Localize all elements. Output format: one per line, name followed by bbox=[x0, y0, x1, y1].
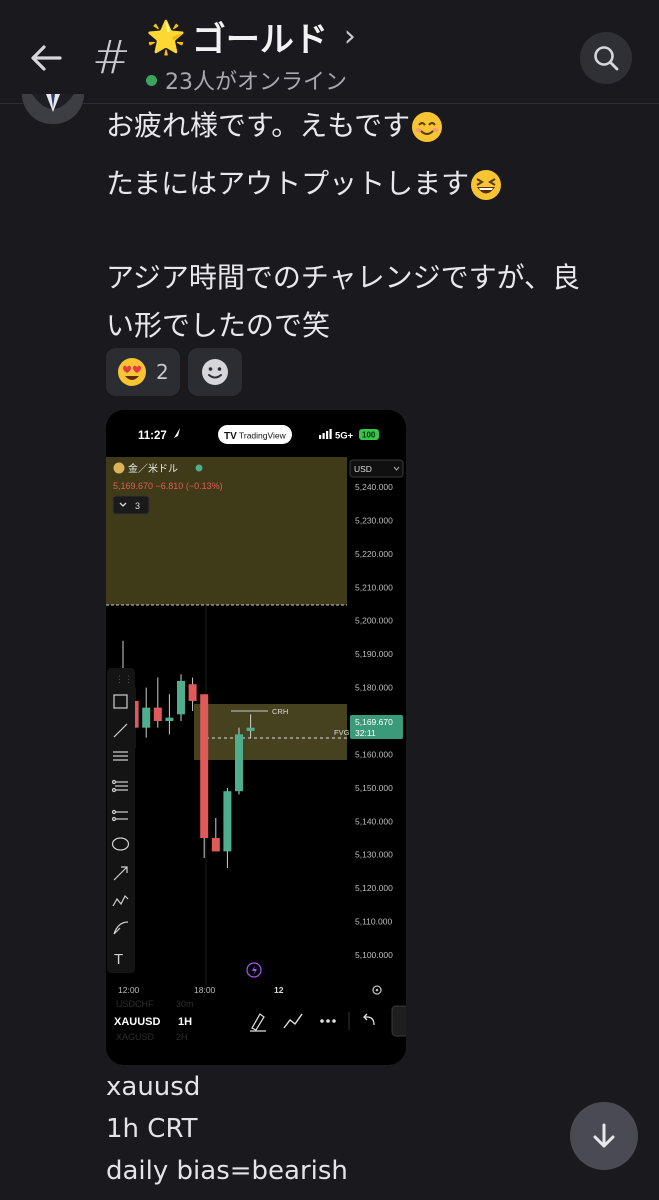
premium-zone bbox=[106, 457, 347, 605]
current-price-value: 5,169.670 bbox=[355, 717, 393, 727]
layout-toggle[interactable] bbox=[391, 1005, 406, 1037]
x-tick-label: 12:00 bbox=[118, 985, 140, 995]
heart-eyes-emoji-icon bbox=[118, 358, 146, 386]
channel-header: # 🌟 ゴールド › 23人がオンライン bbox=[0, 0, 659, 104]
online-count: 23人がオンライン bbox=[165, 70, 347, 95]
y-tick-label: 5,180.000 bbox=[355, 683, 393, 693]
candle-body bbox=[223, 791, 232, 852]
y-tick-label: 5,240.000 bbox=[355, 482, 393, 492]
candle-body bbox=[211, 838, 220, 852]
battery-level: 100 bbox=[362, 431, 376, 440]
symbol-quote: 5,169.670 −6.810 (−0.13%) bbox=[113, 481, 223, 491]
currency-value: USD bbox=[354, 464, 372, 474]
fvg-zone bbox=[194, 704, 347, 760]
x-tick-label: 12 bbox=[274, 985, 284, 995]
attached-chart-screenshot[interactable]: 11:27 TV TradingView 5G+ 100 金／米ドル 5,169… bbox=[106, 410, 406, 1065]
signal-bars-icon bbox=[319, 429, 332, 439]
message-line: お疲れ様です。えもです bbox=[106, 104, 444, 144]
ticker-ghost-above: USDCHF bbox=[116, 999, 154, 1009]
search-icon bbox=[594, 46, 619, 71]
y-tick-label: 5,100.000 bbox=[355, 950, 393, 960]
glowing-star-icon: 🌟 bbox=[146, 17, 186, 56]
y-tick-label: 5,230.000 bbox=[355, 515, 393, 525]
indicators-icon[interactable] bbox=[283, 1013, 303, 1029]
smiling-face-emoji-icon bbox=[412, 112, 443, 142]
chart-settings-gear-icon[interactable] bbox=[372, 985, 382, 995]
channel-hash-icon: # bbox=[92, 30, 131, 84]
interval-ghost-below: 2H bbox=[176, 1032, 188, 1042]
reaction-heart-eyes[interactable]: 2 bbox=[106, 348, 180, 396]
caption-line: 1h CRT bbox=[106, 1114, 198, 1144]
y-tick-label: 5,200.000 bbox=[355, 616, 393, 626]
undo-icon[interactable] bbox=[363, 1013, 375, 1026]
caption-line: daily bias=bearish bbox=[106, 1156, 348, 1186]
text-tool-icon[interactable]: T bbox=[114, 951, 123, 968]
pen-draw-icon[interactable] bbox=[250, 1013, 266, 1032]
toolbar-grip-icon[interactable]: ⋮⋮ bbox=[115, 674, 133, 684]
symbol-name: 金／米ドル bbox=[128, 462, 178, 475]
market-open-dot-icon bbox=[195, 464, 203, 472]
more-options-icon[interactable] bbox=[320, 1019, 336, 1023]
y-tick-label: 5,190.000 bbox=[355, 649, 393, 659]
candle-body bbox=[188, 684, 197, 701]
reaction-count: 2 bbox=[156, 360, 169, 384]
candle-body bbox=[200, 694, 209, 838]
y-tick-label: 5,120.000 bbox=[355, 883, 393, 893]
candle-body bbox=[235, 734, 243, 792]
ticker-ghost-below: XAGUSD bbox=[116, 1032, 155, 1042]
candle-body bbox=[165, 717, 174, 721]
caption-line: xauusd bbox=[106, 1072, 201, 1102]
y-tick-label: 5,160.000 bbox=[355, 749, 393, 759]
phone-time: 11:27 bbox=[138, 430, 167, 442]
candle-body bbox=[142, 707, 151, 728]
arrow-down-icon bbox=[593, 1123, 615, 1148]
candle-countdown: 32:11 bbox=[355, 728, 376, 738]
search-button[interactable] bbox=[580, 32, 632, 84]
x-tick-label: 18:00 bbox=[194, 985, 216, 995]
add-reaction-button[interactable] bbox=[188, 348, 242, 396]
y-tick-label: 5,210.000 bbox=[355, 582, 393, 592]
y-tick-label: 5,130.000 bbox=[355, 850, 393, 860]
location-arrow-icon bbox=[174, 428, 180, 438]
online-status: 23人がオンライン bbox=[146, 64, 347, 96]
message-line: たまにはアウトプットします bbox=[106, 162, 503, 202]
chevron-right-icon: › bbox=[343, 19, 356, 54]
network-type: 5G+ bbox=[335, 431, 354, 442]
grinning-squinting-face-emoji-icon bbox=[471, 170, 502, 200]
indicator-count: 3 bbox=[135, 501, 140, 511]
candle-body bbox=[177, 680, 185, 715]
interval-select[interactable]: 1H bbox=[178, 1016, 192, 1028]
interval-ghost-above: 30m bbox=[176, 999, 194, 1009]
tradingview-label: TradingView bbox=[239, 431, 287, 441]
gold-coin-icon bbox=[113, 462, 125, 474]
back-arrow-icon[interactable] bbox=[24, 36, 68, 80]
avatar[interactable] bbox=[22, 94, 84, 124]
y-tick-label: 5,140.000 bbox=[355, 816, 393, 826]
online-dot-icon bbox=[146, 74, 157, 86]
channel-title[interactable]: 🌟 ゴールド › bbox=[146, 12, 356, 61]
y-tick-label: 5,150.000 bbox=[355, 783, 393, 793]
message-line: い形でしたので笑 bbox=[106, 309, 331, 342]
y-tick-label: 5,220.000 bbox=[355, 549, 393, 559]
ticker-symbol[interactable]: XAUUSD bbox=[114, 1016, 161, 1028]
smiley-add-icon bbox=[202, 359, 228, 385]
scroll-to-bottom-button[interactable] bbox=[570, 1102, 638, 1170]
channel-name: ゴールド bbox=[191, 20, 328, 60]
indicator-toggle[interactable] bbox=[112, 495, 150, 515]
drawing-toolbar bbox=[107, 668, 135, 973]
candle-body bbox=[153, 707, 162, 721]
crh-label: CRH bbox=[272, 707, 288, 716]
candle-body bbox=[246, 727, 255, 732]
fvg-label: FVG bbox=[334, 728, 350, 737]
tradingview-logo-icon: TV bbox=[224, 431, 237, 442]
message-line: アジア時間でのチャレンジですが、良 bbox=[106, 261, 581, 294]
y-tick-label: 5,110.000 bbox=[355, 917, 392, 927]
